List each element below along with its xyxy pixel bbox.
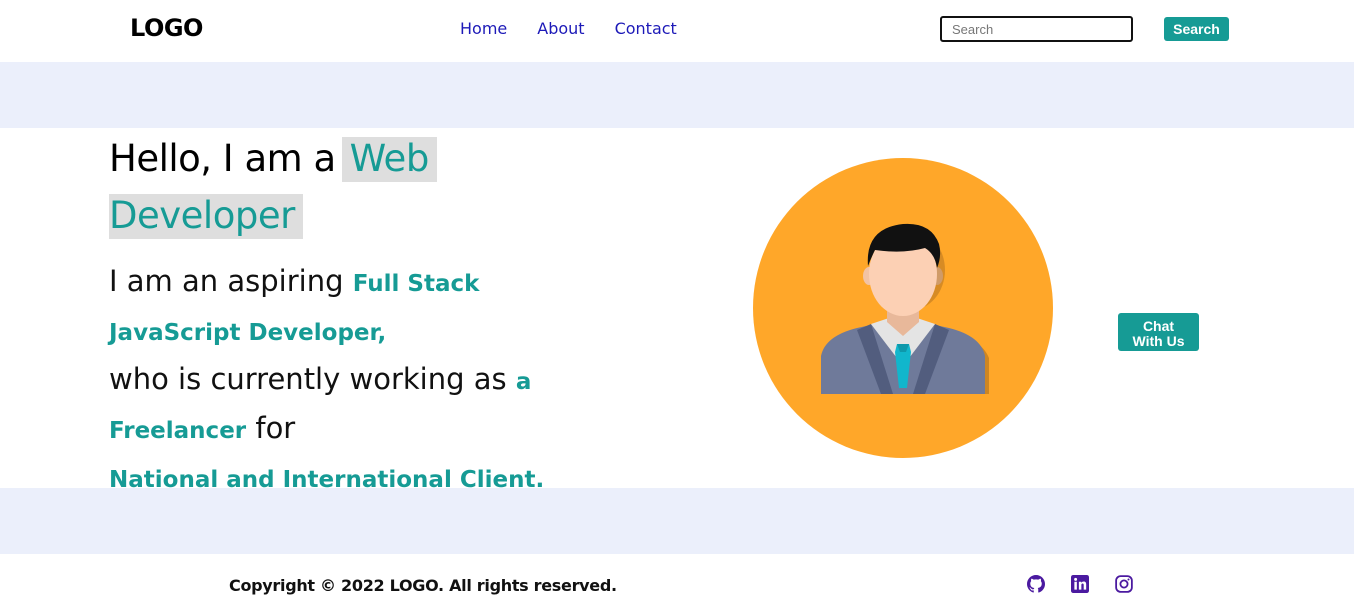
nav-link-home[interactable]: Home bbox=[460, 19, 507, 38]
hero-line1-text: I am an aspiring bbox=[109, 264, 344, 298]
search-button[interactable]: Search bbox=[1164, 17, 1229, 41]
avatar bbox=[753, 158, 1053, 458]
footer-copyright: Copyright © 2022 LOGO. All rights reserv… bbox=[229, 576, 617, 595]
search-input[interactable] bbox=[940, 16, 1133, 42]
chat-button-line2: With Us bbox=[1132, 333, 1185, 349]
nav-link-contact[interactable]: Contact bbox=[615, 19, 677, 38]
avatar-illustration bbox=[753, 158, 1053, 458]
hero-title-prefix: Hello, I am a bbox=[109, 137, 336, 180]
hero-line2-text: who is currently working as bbox=[109, 362, 507, 396]
nav-link-about[interactable]: About bbox=[537, 19, 584, 38]
top-navbar: LOGO Home About Contact Search bbox=[0, 0, 1354, 62]
main-nav: Home About Contact bbox=[460, 19, 677, 38]
linkedin-icon[interactable] bbox=[1071, 575, 1089, 593]
site-logo[interactable]: LOGO bbox=[130, 14, 203, 42]
chat-with-us-button[interactable]: Chat With Us bbox=[1118, 313, 1199, 351]
chat-button-line1: Chat bbox=[1142, 318, 1175, 334]
hero-line2-end: for bbox=[255, 411, 296, 445]
top-band bbox=[0, 62, 1354, 128]
hero-title-highlight-developer: Developer bbox=[109, 194, 303, 239]
bottom-band bbox=[0, 488, 1354, 554]
hero-description: I am an aspiring Full Stack JavaScript D… bbox=[109, 258, 579, 503]
instagram-icon[interactable] bbox=[1115, 575, 1133, 593]
github-icon[interactable] bbox=[1027, 575, 1045, 593]
hero-title: Hello, I am a Web Developer bbox=[109, 130, 569, 244]
hero-title-highlight-web: Web bbox=[341, 137, 437, 182]
